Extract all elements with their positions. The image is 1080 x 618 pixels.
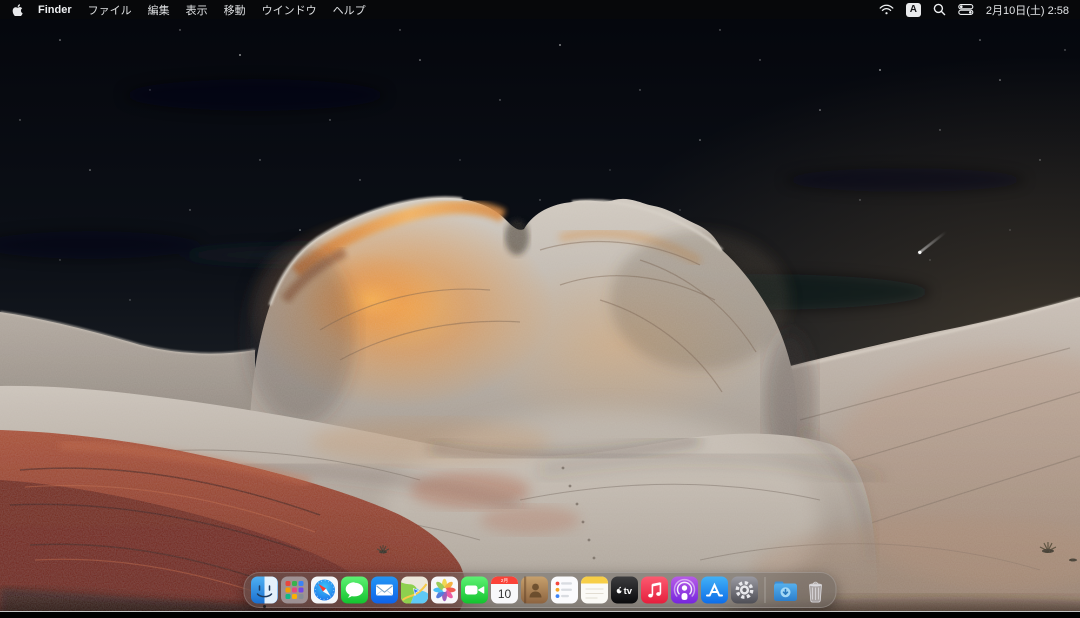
- dock-icon-system-settings[interactable]: [731, 576, 759, 604]
- menu-bar: Finder ファイル 編集 表示 移動 ウインドウ ヘルプ A: [0, 0, 1080, 19]
- control-center-icon[interactable]: [958, 4, 974, 15]
- dock-icon-tv[interactable]: tv: [611, 576, 639, 604]
- menu-item-view[interactable]: 表示: [186, 2, 208, 18]
- dock-icon-contacts[interactable]: [521, 576, 549, 604]
- dock-separator: [765, 577, 766, 603]
- dock-icon-calendar[interactable]: 2月 10: [491, 576, 519, 604]
- wifi-icon[interactable]: [879, 4, 894, 15]
- dock-icon-launchpad[interactable]: [281, 576, 309, 604]
- menu-item-edit[interactable]: 編集: [148, 2, 170, 18]
- apple-menu-icon[interactable]: [11, 3, 23, 16]
- spotlight-search-icon[interactable]: [933, 3, 946, 16]
- letterbox-bar: [0, 611, 1080, 618]
- dock-icon-safari[interactable]: [311, 576, 339, 604]
- menu-app-name[interactable]: Finder: [38, 4, 72, 16]
- svg-text:tv: tv: [624, 586, 633, 597]
- running-indicator: [263, 605, 266, 608]
- dock-icon-notes[interactable]: [581, 576, 609, 604]
- menu-item-go[interactable]: 移動: [224, 2, 246, 18]
- dock-icon-photos[interactable]: [431, 576, 459, 604]
- dock-icon-facetime[interactable]: [461, 576, 489, 604]
- dock-icon-finder[interactable]: [251, 576, 279, 604]
- dock-icon-mail[interactable]: [371, 576, 399, 604]
- dock-icon-messages[interactable]: [341, 576, 369, 604]
- input-source-icon[interactable]: A: [906, 3, 921, 17]
- desktop-wallpaper: [0, 0, 1080, 618]
- dock-icon-music[interactable]: [641, 576, 669, 604]
- dock-icon-downloads-folder[interactable]: [772, 576, 800, 604]
- svg-text:10: 10: [498, 587, 512, 601]
- dock-icon-trash[interactable]: [802, 576, 830, 604]
- menu-item-help[interactable]: ヘルプ: [333, 2, 366, 18]
- dock-icon-app-store[interactable]: [701, 576, 729, 604]
- dock-icon-podcasts[interactable]: [671, 576, 699, 604]
- dock-icon-maps[interactable]: [401, 576, 429, 604]
- dock: 2月 10: [244, 572, 837, 608]
- menu-item-window[interactable]: ウインドウ: [262, 2, 317, 18]
- dock-icon-reminders[interactable]: [551, 576, 579, 604]
- menu-clock[interactable]: 2月10日(土) 2:58: [986, 2, 1069, 18]
- menu-item-file[interactable]: ファイル: [88, 2, 132, 18]
